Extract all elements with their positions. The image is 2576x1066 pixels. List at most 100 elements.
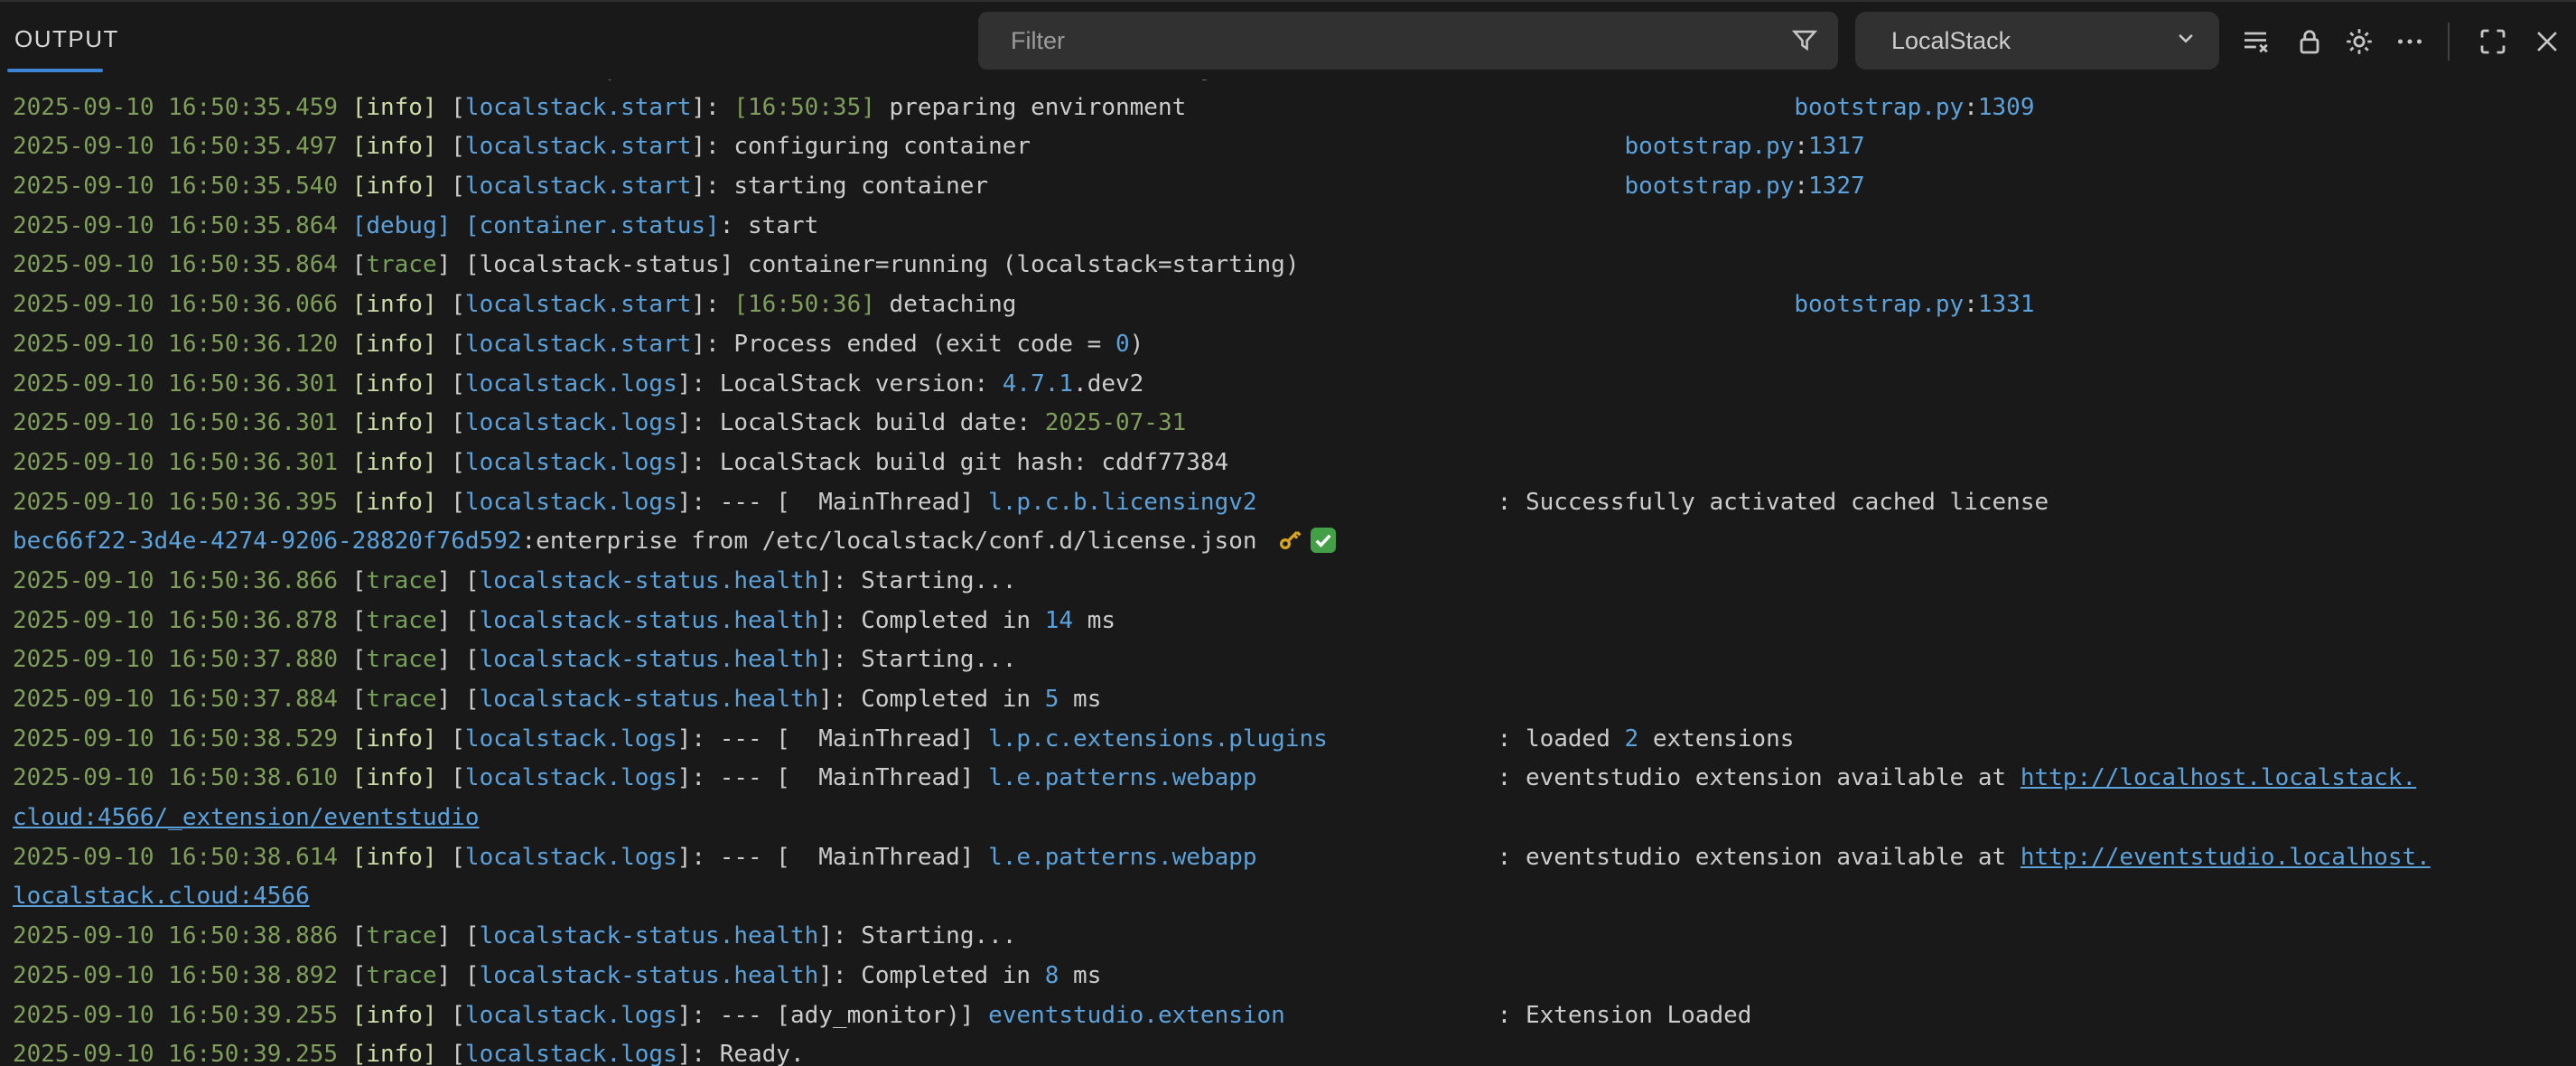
channel-select-value: LocalStack	[1891, 27, 2011, 55]
log-segment: bec66f22-3d4e-4274-9206-28820f76d592	[13, 79, 522, 81]
log-segment: 2025-09-10 16:50:35.540	[13, 173, 338, 200]
log-line: 2025-09-10 16:50:35.864 [debug] [contain…	[13, 207, 2576, 247]
log-segment: 2025-09-10 16:50:39.255	[13, 1002, 338, 1029]
log-segment	[338, 370, 352, 397]
log-padding	[1328, 725, 1498, 753]
log-segment: 2025-09-10 16:50:38.886	[13, 922, 338, 949]
log-line: 2025-09-10 16:50:39.255 [info] [localsta…	[13, 1035, 2576, 1066]
check-mark-icon	[1309, 79, 1338, 81]
log-segment: ]: Completed in	[818, 607, 1044, 634]
log-segment: ] [	[437, 686, 480, 713]
log-segment: ]: Process ended (exit code =	[691, 331, 1115, 358]
log-segment: localstack.logs	[465, 725, 677, 753]
log-segment	[338, 449, 352, 476]
log-segment: bec66f22-3d4e-4274-9206-28820f76d592	[13, 528, 522, 555]
log-segment: 2025-09-10 16:50:36.301	[13, 370, 338, 397]
log-line: cloud:4566/_extension/eventstudio	[13, 799, 2576, 838]
log-segment: [info]	[352, 94, 437, 121]
log-segment: 2025-09-10 16:50:39.255	[13, 1041, 338, 1066]
clear-output-button[interactable]	[2232, 18, 2279, 65]
log-line: 2025-09-10 16:50:36.301 [info] [localsta…	[13, 365, 2576, 405]
log-segment: ] [	[437, 567, 480, 594]
lock-scroll-button[interactable]	[2286, 18, 2333, 65]
log-segment: [info]	[352, 725, 437, 753]
log-segment: : eventstudio extension available at	[1498, 764, 2021, 791]
source-file-link[interactable]: bootstrap.py	[1625, 133, 1795, 160]
log-segment: [info]	[352, 291, 437, 318]
log-segment: [info]	[352, 844, 437, 871]
log-line: 2025-09-10 16:50:35.864 [trace] [localst…	[13, 246, 2576, 285]
log-segment: ] [	[437, 646, 480, 673]
log-segment: ]: Starting...	[818, 922, 1016, 949]
log-segment: ]: Ready.	[677, 1041, 805, 1066]
log-segment: [	[437, 133, 465, 160]
close-panel-button[interactable]	[2524, 18, 2571, 65]
log-segment	[338, 725, 352, 753]
log-segment: preparing environment	[875, 94, 1186, 121]
log-segment: localstack.logs	[465, 844, 677, 871]
source-file-link[interactable]: bootstrap.py	[1794, 94, 1964, 121]
log-segment: : Successfully activated cached license	[1498, 489, 2049, 516]
filter-funnel-icon[interactable]	[1789, 25, 1820, 56]
source-file-link[interactable]: bootstrap.py	[1794, 291, 1964, 318]
log-segment	[338, 764, 352, 791]
log-segment: ]: --- [ MainThread]	[677, 844, 988, 871]
log-padding	[1186, 94, 1794, 121]
log-segment: [	[338, 567, 366, 594]
lock-icon	[2293, 25, 2326, 58]
log-segment: [debug] [container.status]	[352, 212, 720, 239]
filter-input[interactable]	[978, 27, 1789, 55]
log-segment: 2025-09-10 16:50:38.529	[13, 725, 338, 753]
log-segment: ]: configuring container	[691, 133, 1031, 160]
log-segment: localstack.start	[465, 94, 691, 121]
maximize-icon	[2477, 25, 2509, 58]
log-line: bec66f22-3d4e-4274-9206-28820f76d592:ent…	[13, 522, 2576, 562]
log-segment: .dev2	[1073, 370, 1143, 397]
log-segment: 5	[1045, 686, 1059, 713]
log-segment: [	[338, 962, 366, 989]
log-line: 2025-09-10 16:50:38.614 [info] [localsta…	[13, 838, 2576, 878]
log-segment: 2025-09-10 16:50:35.459	[13, 94, 338, 121]
log-segment: localstack.logs	[465, 1002, 677, 1029]
log-url-link[interactable]: http://eventstudio.localhost.	[2021, 844, 2431, 871]
log-segment: :	[1964, 94, 1978, 121]
log-line: 2025-09-10 16:50:38.529 [info] [localsta…	[13, 720, 2576, 760]
log-url-link[interactable]: cloud:4566/_extension/eventstudio	[13, 804, 480, 831]
log-segment: localstack.logs	[465, 409, 677, 436]
log-url-link[interactable]: http://localhost.localstack.	[2021, 764, 2416, 791]
source-file-link[interactable]: bootstrap.py	[1625, 173, 1795, 200]
tab-output[interactable]: OUTPUT	[14, 25, 119, 53]
log-line: 2025-09-10 16:50:39.255 [info] [localsta…	[13, 996, 2576, 1036]
log-segment: ]: Completed in	[818, 962, 1044, 989]
log-segment: 1327	[1808, 173, 1865, 200]
log-segment: 2025-07-31	[1045, 409, 1187, 436]
log-segment: ]: LocalStack version:	[677, 370, 1003, 397]
log-segment: localstack-status.health	[480, 567, 819, 594]
log-segment: )	[1130, 331, 1144, 358]
log-line: 2025-09-10 16:50:36.066 [info] [localsta…	[13, 285, 2576, 325]
log-segment: : start	[720, 212, 819, 239]
log-padding	[988, 173, 1624, 200]
log-segment: ] [	[437, 922, 480, 949]
gear-icon	[2343, 25, 2375, 58]
log-output: bec66f22-3d4e-4274-9206-28820f76d592:ent…	[0, 79, 2576, 1066]
log-line: 2025-09-10 16:50:36.301 [info] [localsta…	[13, 404, 2576, 444]
log-url-link[interactable]: localstack.cloud:4566	[13, 883, 310, 910]
log-segment: [	[338, 922, 366, 949]
more-actions-button[interactable]	[2386, 18, 2433, 65]
log-segment: ms	[1059, 962, 1101, 989]
check-mark-icon	[1309, 526, 1338, 555]
log-segment: [	[437, 764, 465, 791]
maximize-panel-button[interactable]	[2469, 18, 2516, 65]
log-segment	[338, 331, 352, 358]
log-segment: trace	[366, 567, 436, 594]
log-line: 2025-09-10 16:50:35.459 [info] [localsta…	[13, 89, 2576, 128]
log-segment: [16:50:35]	[733, 94, 875, 121]
settings-button[interactable]	[2336, 18, 2383, 65]
log-segment: localstack.start	[465, 173, 691, 200]
log-segment: ]: LocalStack build date:	[677, 409, 1045, 436]
log-segment: 2	[1625, 725, 1639, 753]
log-segment: 2025-09-10 16:50:36.395	[13, 489, 338, 516]
log-segment: localstack.logs	[465, 1041, 677, 1066]
channel-select[interactable]: LocalStack	[1855, 12, 2219, 70]
